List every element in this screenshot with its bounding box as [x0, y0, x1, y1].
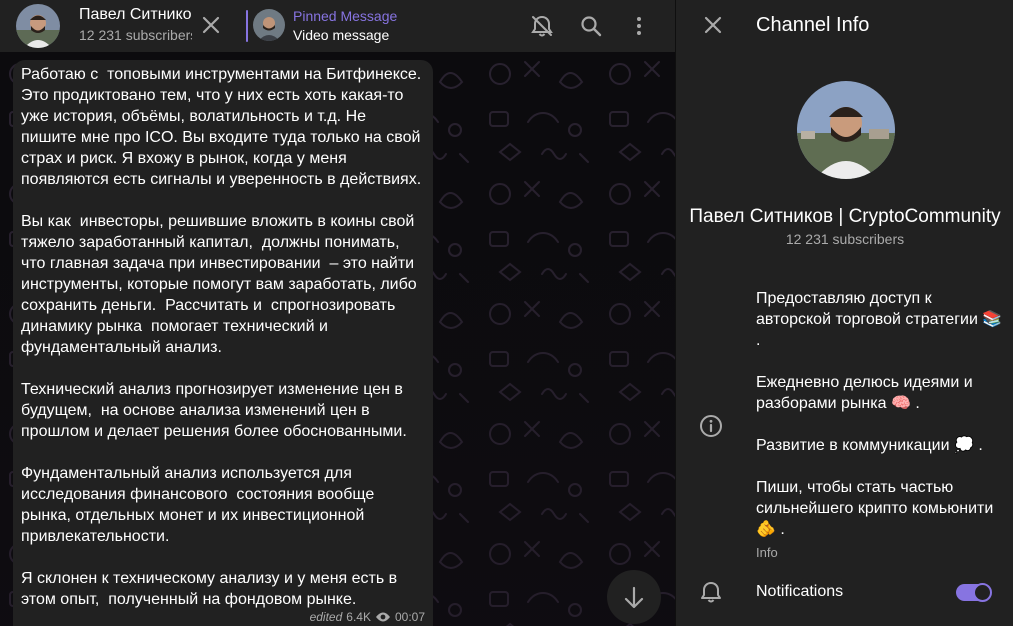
avatar-photo: [797, 81, 895, 179]
scroll-down-button[interactable]: [607, 570, 661, 624]
chat-header: Павел Ситнико 12 231 subscribers Pinned …: [0, 0, 675, 52]
arrow-down-icon: [624, 586, 644, 609]
edited-label: edited: [309, 610, 343, 624]
close-icon[interactable]: [196, 10, 226, 40]
mute-bell-icon[interactable]: [526, 10, 558, 42]
view-count: 6.4K: [346, 610, 371, 624]
search-icon[interactable]: [575, 10, 607, 42]
more-vertical-icon[interactable]: [623, 10, 655, 42]
message-time: 00:07: [394, 610, 425, 624]
message-text: Работаю с топовыми инструментами на Битф…: [21, 66, 422, 608]
channel-message[interactable]: Работаю с топовыми инструментами на Битф…: [13, 60, 433, 626]
channel-info-panel: Channel Info Павел Ситников | CryptoComm…: [675, 0, 1013, 626]
eye-icon: [375, 612, 390, 622]
channel-description[interactable]: Предоставляю доступ к авторской торговой…: [756, 288, 1006, 540]
message-meta: edited 6.4K 00:07: [310, 610, 425, 624]
pinned-indicator: [246, 10, 248, 42]
profile-subscribers: 12 231 subscribers: [785, 231, 905, 247]
pinned-thumbnail: [253, 9, 285, 41]
pinned-message[interactable]: Pinned Message Video message: [246, 8, 466, 44]
close-icon[interactable]: [698, 10, 728, 40]
profile-avatar[interactable]: [797, 81, 895, 179]
info-icon: [700, 415, 722, 437]
notifications-toggle[interactable]: [956, 583, 992, 602]
info-label: Info: [756, 545, 778, 560]
toggle-knob: [973, 583, 992, 602]
subscriber-count: 12 231 subscribers: [79, 27, 192, 43]
chat-area: Павел Ситнико 12 231 subscribers Pinned …: [0, 0, 675, 626]
notifications-label[interactable]: Notifications: [756, 583, 843, 601]
channel-title[interactable]: Павел Ситнико: [79, 6, 192, 24]
channel-avatar[interactable]: [16, 4, 60, 48]
pinned-text: Video message: [293, 27, 390, 43]
avatar-photo: [16, 4, 60, 48]
panel-title: Channel Info: [756, 14, 870, 36]
profile-name: Павел Ситников | CryptoCommunity: [689, 206, 1001, 227]
bell-icon: [701, 582, 721, 603]
pinned-title: Pinned Message: [293, 8, 398, 24]
